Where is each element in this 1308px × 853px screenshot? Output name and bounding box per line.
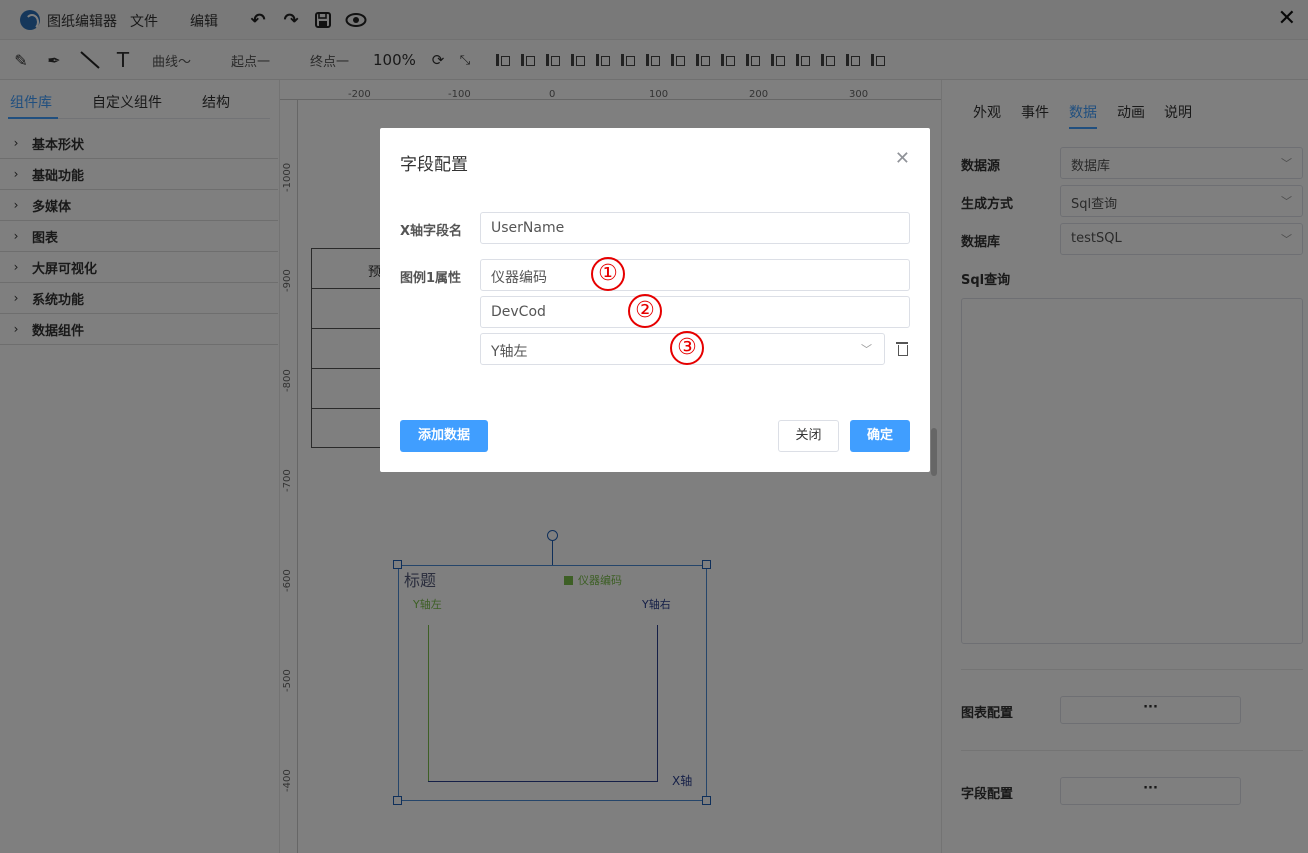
close-button[interactable]: 关闭 (778, 420, 839, 452)
delete-trash-icon[interactable] (895, 340, 909, 356)
annotation-marker: ① (591, 257, 625, 291)
legend-name-input[interactable]: 仪器编码 (480, 259, 910, 291)
field-config-dialog: 字段配置 ✕ X轴字段名 UserName 图例1属性 仪器编码 DevCod … (380, 128, 930, 472)
app-window: 图纸编辑器 文件 编辑 ↶ ↷ ✕ ✎ ✒ T 曲线〜 起点一 终点一 100%… (0, 0, 1308, 853)
annotation-marker: ③ (670, 331, 704, 365)
chevron-down-icon: ﹀ (861, 343, 872, 356)
legend-attr-label: 图例1属性 (400, 271, 462, 286)
dialog-close-icon[interactable]: ✕ (895, 148, 910, 169)
confirm-button[interactable]: 确定 (850, 420, 910, 452)
legend-field-input[interactable]: DevCod (480, 296, 910, 328)
add-data-button[interactable]: 添加数据 (400, 420, 488, 452)
dialog-title: 字段配置 (400, 155, 468, 175)
x-field-label: X轴字段名 (400, 224, 463, 239)
x-field-input[interactable]: UserName (480, 212, 910, 244)
annotation-marker: ② (628, 294, 662, 328)
